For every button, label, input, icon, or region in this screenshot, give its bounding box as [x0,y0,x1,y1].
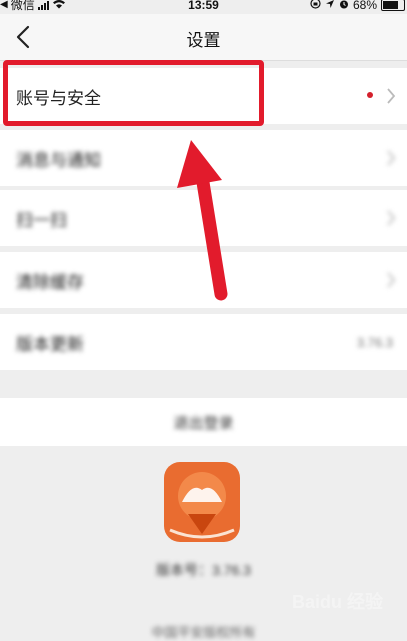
settings-item-scan[interactable]: 扫一扫 [0,190,407,246]
version-text: 版本号：3.76.3 [156,562,251,578]
location-icon [325,0,335,12]
battery-percent: 68% [352,0,377,12]
chevron-right-icon [387,210,396,226]
chevron-right-icon [387,150,396,166]
alarm-icon [339,0,349,12]
version-value: 3.76.3 [356,334,393,350]
highlight-box [3,60,264,126]
baidu-watermark: Baidu 经验 [291,592,383,612]
chevron-right-icon [387,88,396,104]
copyright-text: 中国平安版权所有 [151,625,256,640]
status-bar: ◀ 微信 13:59 68% [0,0,407,14]
lock-rotation-icon [310,0,321,12]
settings-item-version-update[interactable]: 版本更新 3.76.3 [0,314,407,370]
navigation-bar: 设置 [0,14,407,61]
settings-item-messages[interactable]: 消息与通知 [0,130,407,186]
chevron-right-icon [387,272,396,288]
logout-label: 退出登录 [173,414,234,432]
settings-item-label: 清除缓存 [16,272,84,292]
battery-icon [381,0,405,11]
app-logo-icon [164,462,240,542]
settings-item-clear-cache[interactable]: 清除缓存 [0,252,407,308]
settings-item-label: 扫一扫 [16,210,67,230]
status-right: 68% [310,0,405,12]
settings-item-label: 消息与通知 [16,150,101,170]
settings-item-label: 版本更新 [16,334,84,354]
page-title: 设置 [186,31,221,50]
logout-button[interactable]: 退出登录 [0,398,407,446]
notification-dot [367,92,373,98]
